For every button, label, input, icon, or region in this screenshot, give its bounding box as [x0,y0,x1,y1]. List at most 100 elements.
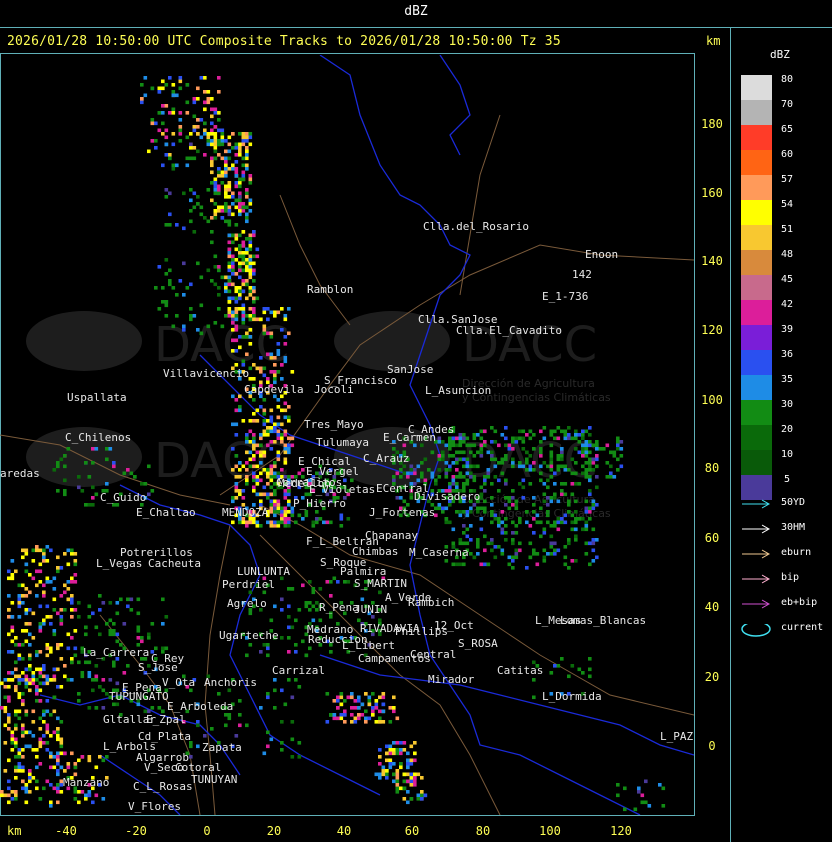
echo-cell [276,457,281,462]
echo-cell [556,464,561,469]
echo-cell [546,552,550,556]
echo-cell [574,433,578,437]
echo-cell [38,727,43,731]
echo-cell [185,163,190,168]
echo-cell [66,678,71,682]
echo-cell [42,622,46,626]
echo-cell [192,156,197,161]
echo-cell [24,800,29,805]
echo-cell [45,545,50,549]
echo-cell [588,450,592,455]
echo-cell [17,583,22,588]
echo-cell [24,594,29,598]
echo-cell [448,468,452,472]
echo-cell [171,111,176,115]
echo-cell [462,485,466,490]
echo-cell [273,489,277,493]
echo-cell [591,461,596,465]
echo-cell [353,699,358,703]
echo-cell [462,524,466,528]
echo-cell [262,366,267,371]
echo-cell [455,510,459,514]
place-label: Divisadero [414,490,481,503]
echo-cell [164,615,169,619]
echo-cell [31,576,36,581]
echo-cell [248,317,253,322]
echo-cell [441,506,445,511]
echo-cell [245,468,249,472]
echo-cell [451,527,456,532]
echo-cell [304,604,309,609]
legend-swatch [741,450,772,475]
echo-cell [539,429,543,434]
echo-cell [210,216,214,220]
echo-cell [14,688,18,693]
echo-cell [493,457,498,462]
echo-cell [252,272,256,276]
echo-cell [584,499,589,504]
echo-cell [465,464,470,469]
echo-cell [283,524,288,528]
echo-cell [56,800,60,805]
echo-cell [220,324,225,329]
echo-cell [444,520,449,525]
echo-cell [189,755,193,759]
echo-cell [455,443,459,448]
echo-cell [556,436,561,441]
place-label: V_Flores [128,800,181,813]
echo-cell [273,492,277,497]
track-legend-label: bip [781,572,800,583]
echo-cell [101,706,106,710]
echo-cell [591,503,596,507]
echo-cell [444,559,449,563]
echo-cell [248,258,253,262]
echo-cell [455,461,459,465]
echo-cell [52,587,57,591]
echo-cell [455,475,459,479]
echo-cell [248,520,253,525]
echo-cell [588,443,592,448]
echo-cell [206,90,211,94]
echo-cell [210,240,214,245]
echo-cell [581,450,585,455]
echo-cell [238,489,242,493]
echo-cell [252,447,256,451]
echo-cell [633,807,638,812]
echo-cell [325,692,330,696]
echo-cell [616,440,620,444]
echo-cell [10,741,15,745]
echo-cell [504,503,508,507]
echo-cell [35,548,39,553]
echo-cell [245,251,249,255]
echo-cell [252,314,256,318]
echo-cell [266,419,270,423]
echo-cell [199,118,204,122]
echo-cell [367,695,372,700]
echo-cell [52,695,57,700]
echo-cell [87,475,92,479]
echo-cell [570,457,575,462]
echo-cell [283,513,288,518]
echo-cell [458,443,463,448]
echo-cell [252,471,256,476]
echo-cell [385,744,389,749]
echo-cell [56,646,60,651]
echo-cell [605,443,610,448]
echo-cell [283,356,288,360]
echo-cell [367,716,372,721]
echo-cell [87,660,92,665]
echo-cell [227,156,232,161]
echo-cell [266,429,270,434]
echo-cell [234,496,239,500]
echo-cell [595,457,599,462]
echo-cell [52,786,57,791]
echo-cell [301,583,305,588]
echo-cell [7,594,11,598]
track-legend-item: current [740,622,830,637]
echo-cell [164,83,169,87]
echo-cell [245,132,249,136]
echo-cell [245,433,249,437]
echo-cell [336,706,340,710]
echo-cell [24,667,29,672]
place-label: J_Fortenas [369,506,436,519]
